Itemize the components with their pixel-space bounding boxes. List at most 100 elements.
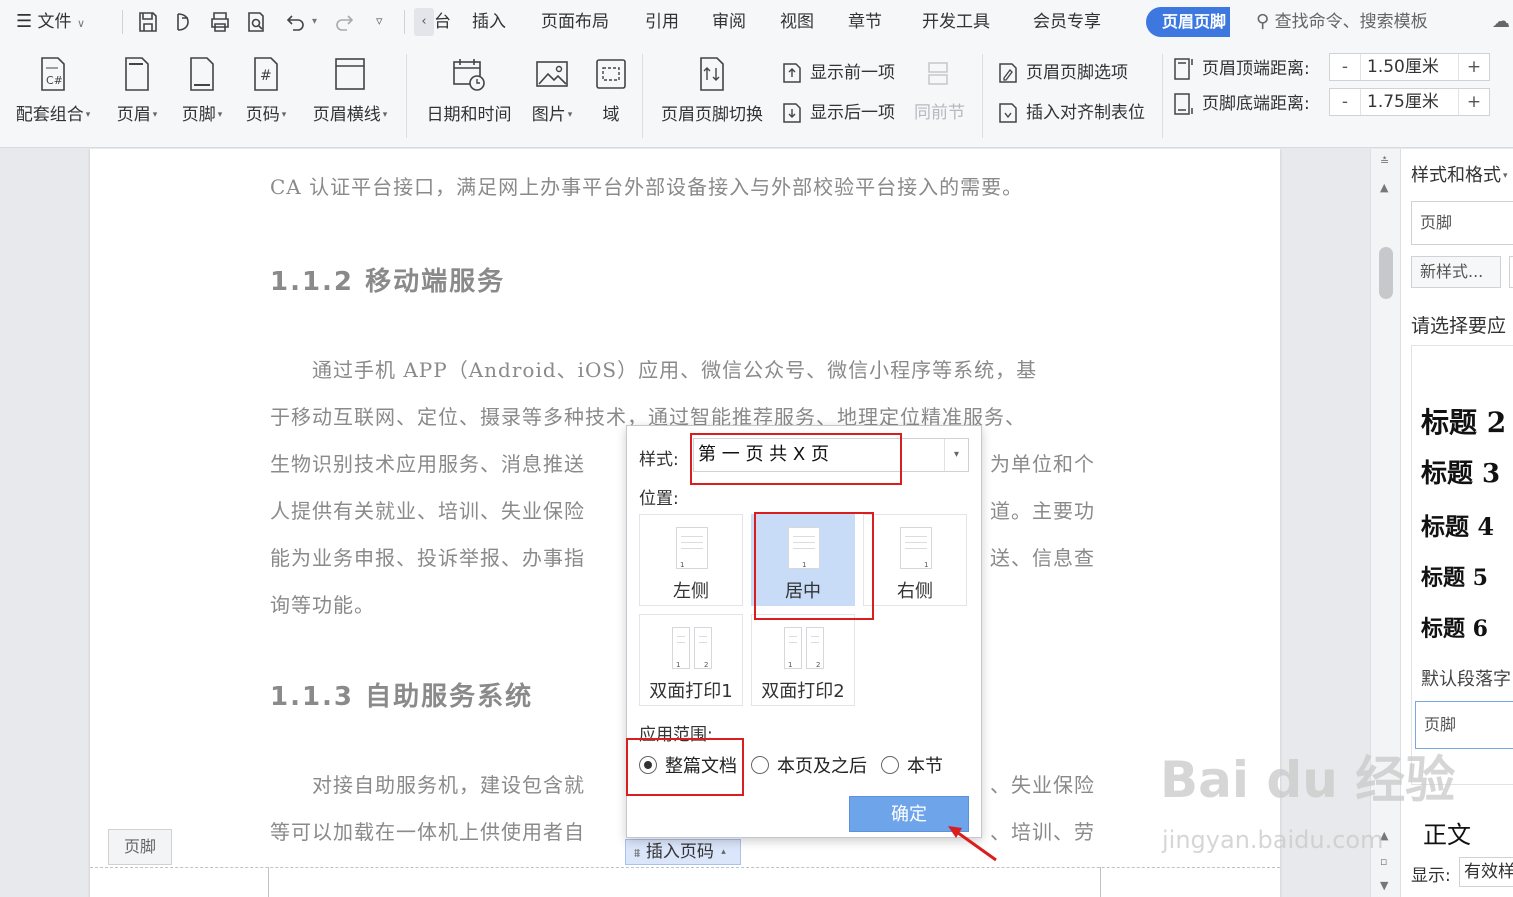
page-thumbnail-icon: 1 — [676, 527, 708, 569]
picture-button[interactable]: 图片 ▾ — [526, 56, 578, 125]
position-right[interactable]: 1 右侧 — [863, 514, 967, 606]
show-next-button[interactable]: 显示后一项 — [780, 98, 895, 128]
header-button[interactable]: 页眉 ▾ — [112, 56, 162, 125]
date-time-button[interactable]: 日期和时间 — [422, 56, 516, 125]
vertical-scrollbar[interactable]: ≛ ▲ ▲ ▫ ▼ — [1370, 149, 1400, 897]
tab-developer[interactable]: 开发工具 — [922, 0, 990, 44]
ribbon-separator — [642, 54, 643, 138]
output-pdf-icon[interactable] — [172, 10, 196, 34]
ribbon-separator — [982, 54, 983, 138]
style-footer-selected[interactable]: 页脚 — [1415, 701, 1513, 749]
position-left[interactable]: 1 左侧 — [639, 514, 743, 606]
print-preview-icon[interactable] — [244, 10, 268, 34]
tab-view[interactable]: 视图 — [780, 0, 814, 44]
style-heading-4[interactable]: 标题 4 — [1421, 507, 1494, 542]
print-icon[interactable] — [208, 10, 232, 34]
highlight-box — [690, 433, 902, 485]
scroll-top-icon[interactable]: ≛ — [1380, 155, 1389, 168]
tab-header-footer[interactable]: 页眉页脚 — [1146, 7, 1230, 37]
style-label: 样式: — [639, 450, 679, 470]
tab-page-layout[interactable]: 页面布局 — [541, 0, 609, 44]
style-heading-5[interactable]: 标题 5 — [1421, 560, 1488, 592]
style-default-font[interactable]: 默认段落字 — [1421, 665, 1511, 691]
header-line-button[interactable]: 页眉横线 ▾ — [306, 56, 394, 125]
header-line-icon — [333, 56, 367, 92]
footer-button[interactable]: 页脚 ▾ — [176, 56, 228, 125]
scroll-thumb[interactable] — [1379, 247, 1393, 299]
options-icon — [999, 63, 1017, 83]
footer-bottom-spinner[interactable]: - 1.75厘米 + — [1329, 88, 1490, 116]
field-button[interactable]: 域 — [592, 56, 630, 125]
header-top-value[interactable]: 1.50厘米 — [1360, 54, 1459, 80]
style-heading-2[interactable]: 标题 2 — [1421, 401, 1506, 441]
footer-icon — [185, 56, 219, 92]
increase-button[interactable]: + — [1459, 57, 1489, 77]
show-filter-select[interactable]: 有效样 — [1459, 857, 1513, 887]
scroll-next-icon[interactable]: ▼ — [1380, 879, 1388, 892]
position-right-label: 右侧 — [897, 581, 933, 602]
tab-review[interactable]: 审阅 — [712, 0, 746, 44]
position-label: 位置: — [639, 489, 679, 509]
insert-page-number-button[interactable]: ⩩ 插入页码 ▴ — [625, 839, 741, 865]
search-box[interactable]: ⚲ 查找命令、搜索模板 — [1256, 0, 1428, 44]
cloud-icon[interactable]: ☁ — [1492, 0, 1510, 44]
tab-member[interactable]: 会员专享 — [1033, 0, 1101, 44]
chevron-down-icon[interactable]: ▾ — [944, 439, 968, 471]
position-duplex-2[interactable]: 1 2 双面打印2 — [751, 614, 855, 706]
doc-line-right: 为单位和个 — [990, 452, 1095, 476]
tab-insert[interactable]: 插入 — [472, 0, 506, 44]
combo-button[interactable]: C# 配套组合 ▾ — [10, 56, 96, 125]
style-heading-6[interactable]: 标题 6 — [1421, 611, 1488, 643]
style-option-button[interactable] — [1509, 256, 1513, 288]
caret-icon: ▾ — [1503, 171, 1508, 181]
same-as-previous-button[interactable]: 同前节 — [914, 98, 965, 128]
decrease-button[interactable]: - — [1330, 92, 1360, 112]
tab-partial[interactable]: 台 — [434, 0, 451, 44]
doc-line: 通过手机 APP（Android、iOS）应用、微信公众号、微信小程序等系统，基 — [270, 358, 1038, 382]
annotation-arrow-icon — [948, 826, 997, 862]
caret-icon: ▾ — [85, 110, 91, 120]
scope-this-page-onward[interactable]: 本页及之后 — [751, 752, 867, 778]
footer-bottom-value[interactable]: 1.75厘米 — [1360, 89, 1459, 115]
current-style-box[interactable]: 页脚 — [1411, 201, 1513, 245]
header-footer-switch-button[interactable]: 页眉页脚切换 — [656, 56, 768, 125]
styles-panel-title-text: 样式和格式 — [1411, 165, 1501, 186]
footer-bottom-text: 页脚底端距离: — [1202, 94, 1310, 114]
picture-icon — [535, 56, 569, 92]
insert-align-tab-button[interactable]: 插入对齐制表位 — [996, 98, 1145, 128]
insert-align-tab-label: 插入对齐制表位 — [1026, 103, 1145, 123]
new-style-button[interactable]: 新样式... — [1411, 256, 1501, 288]
combo-icon: C# — [36, 56, 70, 92]
caret-icon: ▾ — [281, 110, 287, 120]
field-label: 域 — [602, 105, 620, 125]
header-top-distance-label: 页眉顶端距离: — [1172, 54, 1310, 84]
chevron-down-icon: ∨ — [76, 17, 86, 30]
scroll-up-icon[interactable]: ▲ — [1380, 181, 1388, 194]
page-number-button[interactable]: # 页码 ▾ — [240, 56, 292, 125]
style-body[interactable]: 正文 — [1423, 815, 1471, 850]
header-footer-options-button[interactable]: 页眉页脚选项 — [996, 58, 1128, 88]
show-next-icon — [783, 103, 801, 123]
show-previous-icon — [783, 63, 801, 83]
customize-toolbar-icon[interactable]: ▿ — [376, 0, 383, 44]
page-icon[interactable]: ▫ — [1380, 855, 1387, 868]
file-menu[interactable]: ☰ 文件 ∨ — [16, 0, 85, 44]
header-footer-options-label: 页眉页脚选项 — [1026, 63, 1128, 83]
tab-chapter[interactable]: 章节 — [848, 0, 882, 44]
save-icon[interactable] — [136, 10, 160, 34]
scroll-down-icon[interactable]: ▲ — [1380, 829, 1388, 842]
tab-references[interactable]: 引用 — [645, 0, 679, 44]
increase-button[interactable]: + — [1459, 92, 1489, 112]
scope-this-section[interactable]: 本节 — [881, 752, 943, 778]
style-heading-3[interactable]: 标题 3 — [1421, 453, 1500, 490]
header-top-spinner[interactable]: - 1.50厘米 + — [1329, 53, 1490, 81]
undo-icon[interactable] — [284, 10, 308, 34]
chevron-left-icon[interactable]: ‹ — [414, 8, 434, 36]
undo-dropdown-icon[interactable]: ▾ — [312, 0, 317, 44]
redo-icon[interactable] — [332, 10, 356, 34]
select-style-prompt: 请选择要应 — [1411, 315, 1507, 337]
position-duplex-1[interactable]: 1 2 双面打印1 — [639, 614, 743, 706]
show-previous-button[interactable]: 显示前一项 — [780, 58, 895, 88]
decrease-button[interactable]: - — [1330, 57, 1360, 77]
picture-label: 图片 — [531, 105, 566, 125]
